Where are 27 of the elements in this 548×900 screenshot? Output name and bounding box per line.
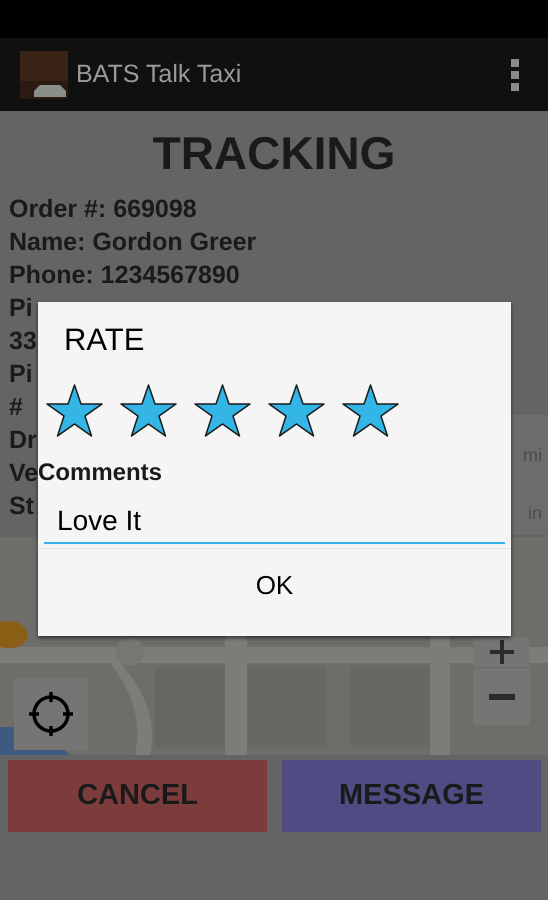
detail-line: 33	[9, 326, 37, 357]
detail-line: Ve	[9, 458, 38, 489]
page-heading: TRACKING	[152, 126, 396, 181]
detail-line: Pi	[9, 293, 33, 324]
detail-line: Dr	[9, 425, 37, 456]
star-icon[interactable]	[268, 384, 325, 438]
comments-label: Comments	[38, 458, 164, 488]
plus-icon	[490, 640, 514, 664]
star-icon[interactable]	[342, 384, 399, 438]
crosshair-icon	[29, 692, 73, 736]
detail-line: Phone: 1234567890	[9, 260, 240, 291]
dialog-title: RATE	[63, 321, 146, 358]
detail-line: St	[9, 491, 34, 522]
ok-button[interactable]: OK	[38, 549, 511, 621]
star-icon[interactable]	[120, 384, 177, 438]
app-logo-icon	[20, 50, 68, 98]
overflow-menu-icon[interactable]	[510, 58, 520, 92]
star-icon[interactable]	[194, 384, 251, 438]
detail-line: Order #: 669098	[9, 194, 197, 225]
app-title: BATS Talk Taxi	[76, 58, 242, 90]
detail-line: Pi	[9, 359, 33, 390]
my-location-button[interactable]	[14, 678, 88, 750]
comment-field[interactable]: Love It	[44, 500, 505, 544]
star-icon[interactable]	[46, 384, 103, 438]
minus-icon	[488, 694, 514, 700]
detail-line: Name: Gordon Greer	[9, 227, 256, 258]
detail-line: #	[9, 392, 23, 423]
